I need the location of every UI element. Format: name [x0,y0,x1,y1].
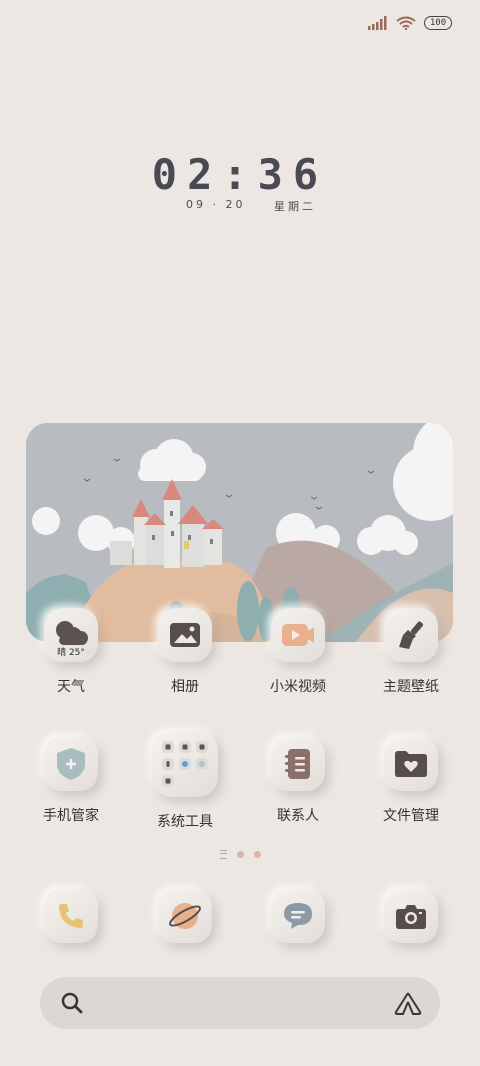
app-label-mi-video: 小米视频 [270,679,326,695]
assistant-icon[interactable] [394,990,422,1016]
weather-tile[interactable]: 晴 25° [44,608,98,662]
dock-phone[interactable] [21,889,121,943]
security-tile[interactable] [44,737,98,791]
shield-icon [57,748,85,780]
signal-icon [368,16,387,30]
contacts-tile[interactable] [271,737,325,791]
app-system-tools-folder[interactable]: 系统工具 [135,731,235,831]
page-dot-1 [236,851,244,858]
system-tools-tile[interactable] [152,731,218,797]
battery-icon: 100 [424,16,452,30]
themes-tile[interactable] [384,608,438,662]
app-mi-video[interactable]: 小米视频 [248,608,348,696]
video-icon [282,624,314,646]
video-tile[interactable] [271,608,325,662]
contacts-icon [285,749,310,779]
file-folder-icon [395,751,427,777]
app-label-security: 手机管家 [43,808,99,824]
camera-tile[interactable] [384,889,438,943]
app-label-system-tools: 系统工具 [157,814,213,830]
clock-date: 09 · 20 [186,198,246,211]
clock-weekday: 星期二 [274,200,316,213]
search-icon [61,992,83,1014]
app-label-weather: 天气 [57,679,85,695]
app-label-file-manager: 文件管理 [383,808,439,824]
page-dot-2 [253,851,261,858]
dock-camera[interactable] [361,889,461,943]
app-contacts[interactable]: 联系人 [248,737,348,825]
clock-time: 02:36 [151,150,329,199]
wifi-icon [396,16,416,30]
dock-browser[interactable] [135,889,235,943]
status-bar: 100 [368,14,452,32]
app-themes[interactable]: 主题壁纸 [361,608,461,696]
app-file-manager[interactable]: 文件管理 [361,737,461,825]
clock-widget[interactable]: 02:36 [0,150,480,199]
search-bar[interactable] [40,977,440,1029]
app-weather[interactable]: 晴 25° 天气 [21,608,121,696]
app-label-gallery: 相册 [171,679,199,695]
camera-icon [396,905,426,929]
message-icon [284,903,312,929]
gallery-icon [170,623,200,647]
messages-tile[interactable] [271,889,325,943]
browser-tile[interactable] [158,889,212,943]
date-row: 09 · 20 星期二 [186,198,316,214]
page-indicator-menu [219,850,227,859]
dock-messages[interactable] [248,889,348,943]
file-manager-tile[interactable] [384,737,438,791]
weather-temp: 晴 25° [57,648,85,658]
browser-icon [169,903,201,929]
folder-grid-icon [162,741,208,787]
gallery-tile[interactable] [158,608,212,662]
phone-tile[interactable] [44,889,98,943]
app-gallery[interactable]: 相册 [135,608,235,696]
app-security[interactable]: 手机管家 [21,737,121,825]
phone-icon [59,904,83,928]
page-indicator[interactable] [0,850,480,859]
brush-icon [399,621,423,649]
app-label-themes: 主题壁纸 [383,679,439,695]
app-label-contacts: 联系人 [277,808,319,824]
